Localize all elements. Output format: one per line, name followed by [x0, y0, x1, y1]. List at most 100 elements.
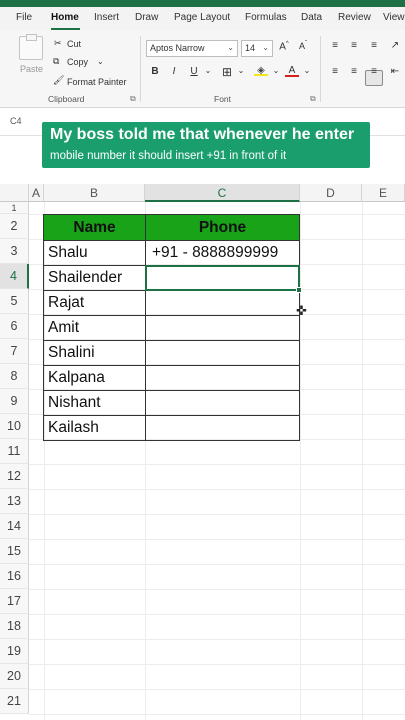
phone-cell[interactable]	[146, 415, 300, 440]
row-header-19[interactable]: 19	[0, 639, 29, 664]
phone-cell[interactable]: +91 - 8888899999	[146, 240, 300, 265]
row-header-8[interactable]: 8	[0, 364, 29, 389]
column-header-c[interactable]: C	[145, 184, 300, 202]
name-box[interactable]: C4	[10, 116, 22, 126]
gridline	[29, 514, 405, 515]
row-header-12[interactable]: 12	[0, 464, 29, 489]
gridline	[362, 202, 363, 720]
font-color-dropdown-chevron-icon[interactable]: ⌄	[300, 66, 314, 75]
column-header-b[interactable]: B	[44, 184, 145, 202]
cell-cursor-icon: ✜	[296, 303, 307, 318]
active-cell-c4[interactable]	[145, 265, 300, 291]
row-header-15[interactable]: 15	[0, 539, 29, 564]
align-middle-icon[interactable]: ≡	[347, 40, 361, 51]
row-header-20[interactable]: 20	[0, 664, 29, 689]
name-cell[interactable]: Shalini	[44, 340, 145, 365]
gridline	[29, 614, 405, 615]
column-header-a[interactable]: A	[29, 184, 44, 202]
column-header-d[interactable]: D	[300, 184, 362, 202]
row-header-21[interactable]: 21	[0, 689, 29, 714]
decrease-indent-icon[interactable]: ⇤	[388, 66, 402, 77]
paste-icon[interactable]	[19, 34, 43, 60]
bold-icon[interactable]: B	[148, 66, 162, 77]
group-divider	[320, 36, 321, 102]
row-header-2[interactable]: 2	[0, 214, 29, 239]
gridline	[29, 639, 405, 640]
phone-cell[interactable]	[146, 340, 300, 365]
table-header-name[interactable]: Name	[43, 214, 146, 241]
row-header-11[interactable]: 11	[0, 439, 29, 464]
copy-dropdown-chevron-icon[interactable]: ⌄	[97, 57, 104, 66]
phone-cell[interactable]	[146, 390, 300, 415]
borders-dropdown-chevron-icon[interactable]: ⌄	[234, 66, 248, 75]
cut-icon[interactable]: ✂	[54, 38, 62, 49]
borders-icon[interactable]: ⊞	[220, 65, 234, 79]
fill-handle[interactable]	[296, 287, 302, 293]
name-cell[interactable]: Nishant	[44, 390, 145, 415]
copy-button[interactable]: Copy	[67, 57, 88, 67]
table-border	[43, 240, 44, 440]
phone-cell[interactable]	[146, 290, 300, 315]
cut-button[interactable]: Cut	[67, 39, 81, 49]
clipboard-launcher-icon[interactable]: ⧉	[130, 94, 136, 104]
align-bottom-icon[interactable]: ≡	[367, 40, 381, 51]
phone-cell[interactable]	[146, 365, 300, 390]
column-header-e[interactable]: E	[362, 184, 405, 202]
row-header-4[interactable]: 4	[0, 264, 29, 289]
row-header-6[interactable]: 6	[0, 314, 29, 339]
row-header-5[interactable]: 5	[0, 289, 29, 314]
font-size-select[interactable]: 14 ⌄	[241, 40, 273, 57]
row-header-17[interactable]: 17	[0, 589, 29, 614]
caption-subtitle: mobile number it should insert +91 in fr…	[50, 150, 287, 162]
row-header-3[interactable]: 3	[0, 239, 29, 264]
phone-cell[interactable]	[146, 315, 300, 340]
row-header-13[interactable]: 13	[0, 489, 29, 514]
align-left-icon[interactable]: ≡	[328, 66, 342, 77]
tab-draw[interactable]: Draw	[135, 12, 158, 23]
font-name-select[interactable]: Aptos Narrow ⌄	[146, 40, 238, 57]
row-header-16[interactable]: 16	[0, 564, 29, 589]
tab-file[interactable]: File	[16, 12, 32, 23]
select-all-corner[interactable]	[0, 184, 29, 202]
copy-icon[interactable]: ⧉	[53, 56, 59, 67]
name-cell[interactable]: Shalu	[44, 240, 145, 265]
row-header-18[interactable]: 18	[0, 614, 29, 639]
decrease-font-size-icon[interactable]: Aˇ	[296, 41, 310, 51]
tab-view[interactable]: View	[383, 12, 405, 23]
gridline	[29, 464, 405, 465]
name-cell[interactable]: Shailender	[44, 265, 145, 290]
orientation-icon[interactable]: ↗	[388, 40, 402, 51]
underline-icon[interactable]: U	[187, 66, 201, 77]
align-right-icon[interactable]: ≡	[367, 66, 381, 77]
tab-page-layout[interactable]: Page Layout	[174, 12, 230, 23]
tab-insert[interactable]: Insert	[94, 12, 119, 23]
format-painter-icon[interactable]: 🖌	[53, 75, 64, 86]
row-header-9[interactable]: 9	[0, 389, 29, 414]
tab-home[interactable]: Home	[51, 12, 79, 23]
font-group-label: Font	[214, 94, 232, 104]
row-header-14[interactable]: 14	[0, 514, 29, 539]
fill-color-dropdown-chevron-icon[interactable]: ⌄	[269, 66, 283, 75]
name-cell[interactable]: Kailash	[44, 415, 145, 440]
gridline	[29, 714, 405, 715]
tab-data[interactable]: Data	[301, 12, 322, 23]
name-cell[interactable]: Amit	[44, 315, 145, 340]
fill-color-icon[interactable]: ◈	[254, 65, 268, 76]
align-top-icon[interactable]: ≡	[328, 40, 342, 51]
name-cell[interactable]: Kalpana	[44, 365, 145, 390]
underline-dropdown-chevron-icon[interactable]: ⌄	[201, 66, 215, 75]
increase-font-size-icon[interactable]: A^	[277, 41, 291, 52]
name-cell[interactable]: Rajat	[44, 290, 145, 315]
align-center-icon[interactable]: ≡	[347, 66, 361, 77]
row-header-1[interactable]: 1	[0, 202, 29, 214]
tab-formulas[interactable]: Formulas	[245, 12, 287, 23]
italic-icon[interactable]: I	[167, 66, 181, 77]
paste-button[interactable]: Paste	[20, 64, 43, 74]
row-header-10[interactable]: 10	[0, 414, 29, 439]
font-launcher-icon[interactable]: ⧉	[310, 94, 316, 104]
table-header-phone[interactable]: Phone	[145, 214, 300, 241]
font-color-icon[interactable]: A	[285, 65, 299, 77]
tab-review[interactable]: Review	[338, 12, 371, 23]
format-painter-button[interactable]: Format Painter	[67, 77, 127, 87]
row-header-7[interactable]: 7	[0, 339, 29, 364]
